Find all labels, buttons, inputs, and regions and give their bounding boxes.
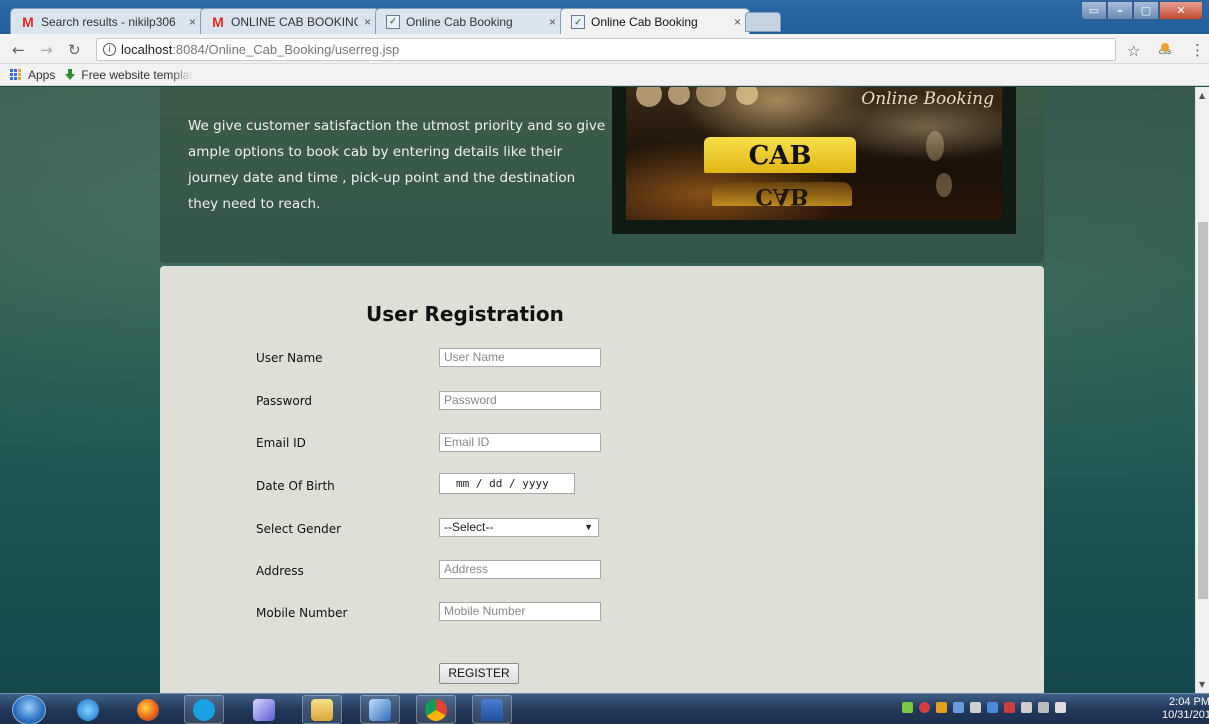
register-button[interactable]: REGISTER [439,663,519,684]
app-icon[interactable] [244,695,284,724]
css-extension-icon[interactable]: css [1155,41,1175,59]
windows-taskbar: 2:04 PM 10/31/2017 [0,693,1209,724]
tray-icon[interactable] [936,702,947,713]
mobile-label: Mobile Number [256,606,348,620]
address-label: Address [256,564,304,578]
start-button[interactable] [12,695,46,724]
username-label: User Name [256,351,323,365]
window-close-icon[interactable]: ✕ [1159,1,1203,20]
url-path: :8084/Online_Cab_Booking/userreg.jsp [172,42,400,57]
scroll-down-icon[interactable]: ▼ [1199,680,1205,689]
tab-online-cab-booking-active[interactable]: ✓ Online Cab Booking × [560,8,750,35]
clock-date: 10/31/2017 [1162,709,1209,721]
system-tray [902,702,1066,713]
mobile-input[interactable]: Mobile Number [439,602,601,621]
menu-dots-icon[interactable]: ⋮ [1190,41,1205,59]
tab-title: Online Cab Booking [591,15,698,29]
new-tab-button[interactable] [745,12,781,32]
page-icon: ✓ [571,15,585,29]
clock-time: 2:04 PM [1169,696,1209,708]
window-controls: ▭ – ▢ ✕ [1081,1,1203,20]
close-icon[interactable]: × [734,15,741,29]
gmail-icon: M [212,13,224,30]
firefox-icon[interactable] [128,695,168,724]
forward-arrow-icon[interactable]: → [40,41,53,59]
hero-banner: We give customer satisfaction the utmost… [160,87,1044,263]
email-label: Email ID [256,436,306,450]
tab-title: Online Cab Booking [406,14,513,29]
bookmark-apps[interactable]: Apps [10,68,55,82]
scrollbar-thumb[interactable] [1198,222,1208,599]
info-icon[interactable]: i [103,43,116,56]
password-label: Password [256,394,313,408]
minimize-icon[interactable]: – [1107,1,1133,20]
registration-form: User Registration User Name User Name Pa… [160,266,1044,693]
tab-online-cab-booking-gmail[interactable]: M ONLINE CAB BOOKING - × [200,8,380,34]
back-arrow-icon[interactable]: ← [12,41,25,59]
ie-icon[interactable] [68,695,108,724]
bookmark-label: Apps [28,67,56,82]
bookmark-label: Free website templat [81,67,193,82]
cab-sign: CAB [704,137,856,173]
virtualbox-icon[interactable] [360,695,400,724]
skype-icon[interactable] [184,695,224,724]
url-host: localhost [121,42,173,57]
gender-selected-value: --Select-- [444,520,494,534]
page-icon: ✓ [386,14,400,29]
tab-title: ONLINE CAB BOOKING - [231,14,358,29]
online-booking-caption: Online Booking [861,89,994,109]
address-bar: ← → ↻ i localhost:8084/Online_Cab_Bookin… [0,34,1209,64]
maximize-icon[interactable]: ▢ [1133,1,1159,20]
word-icon[interactable] [472,695,512,724]
tab-online-cab-booking[interactable]: ✓ Online Cab Booking × [375,8,565,34]
tray-icon[interactable] [902,702,913,713]
bookmark-free-website-templates[interactable]: Free website templat [65,67,193,82]
address-input[interactable]: Address [439,560,601,579]
tray-icon[interactable] [919,702,930,713]
tab-title: Search results - nikilp306 [41,14,176,29]
restore-down-icon[interactable]: ▭ [1081,1,1107,20]
signal-icon[interactable] [1038,702,1049,713]
tray-icon[interactable] [987,702,998,713]
close-icon[interactable]: × [189,15,196,29]
file-explorer-icon[interactable] [302,695,342,724]
close-icon[interactable]: × [549,15,556,29]
download-arrow-icon [65,68,76,81]
chrome-icon[interactable] [416,695,456,724]
reload-icon[interactable]: ↻ [68,41,81,59]
dob-label: Date Of Birth [256,479,335,493]
page-viewport: We give customer satisfaction the utmost… [0,87,1195,693]
gmail-icon: M [22,13,34,30]
gender-select[interactable]: --Select-- ▼ [439,518,599,537]
email-input[interactable]: Email ID [439,433,601,452]
cab-sign-reflection: CAB [712,182,852,209]
username-input[interactable]: User Name [439,348,601,367]
scroll-up-icon[interactable]: ▲ [1199,91,1205,100]
network-icon[interactable] [1021,702,1032,713]
url-input[interactable]: i localhost:8084/Online_Cab_Booking/user… [96,38,1116,61]
dob-input[interactable]: mm / dd / yyyy [439,473,575,494]
bookmark-star-icon[interactable]: ☆ [1127,42,1140,60]
vertical-scrollbar[interactable]: ▲ ▼ [1195,87,1209,693]
banner-description: We give customer satisfaction the utmost… [188,118,606,212]
apps-grid-icon [10,68,22,81]
tab-search-results[interactable]: M Search results - nikilp306 × [10,8,205,34]
password-input[interactable]: Password [439,391,601,410]
volume-icon[interactable] [1055,702,1066,713]
dropdown-caret-icon: ▼ [584,522,593,532]
cab-image: Online Booking CAB CAB [612,87,1016,234]
form-title: User Registration [366,302,564,326]
action-center-icon[interactable] [1004,702,1015,713]
bluetooth-icon[interactable] [953,702,964,713]
close-icon[interactable]: × [364,15,371,29]
browser-tab-bar: M Search results - nikilp306 × M ONLINE … [0,0,1209,35]
tray-icon[interactable] [970,702,981,713]
gender-label: Select Gender [256,522,342,536]
bookmarks-bar: Apps Free website templat [0,64,1209,86]
taskbar-clock[interactable]: 2:04 PM 10/31/2017 [1162,696,1209,722]
